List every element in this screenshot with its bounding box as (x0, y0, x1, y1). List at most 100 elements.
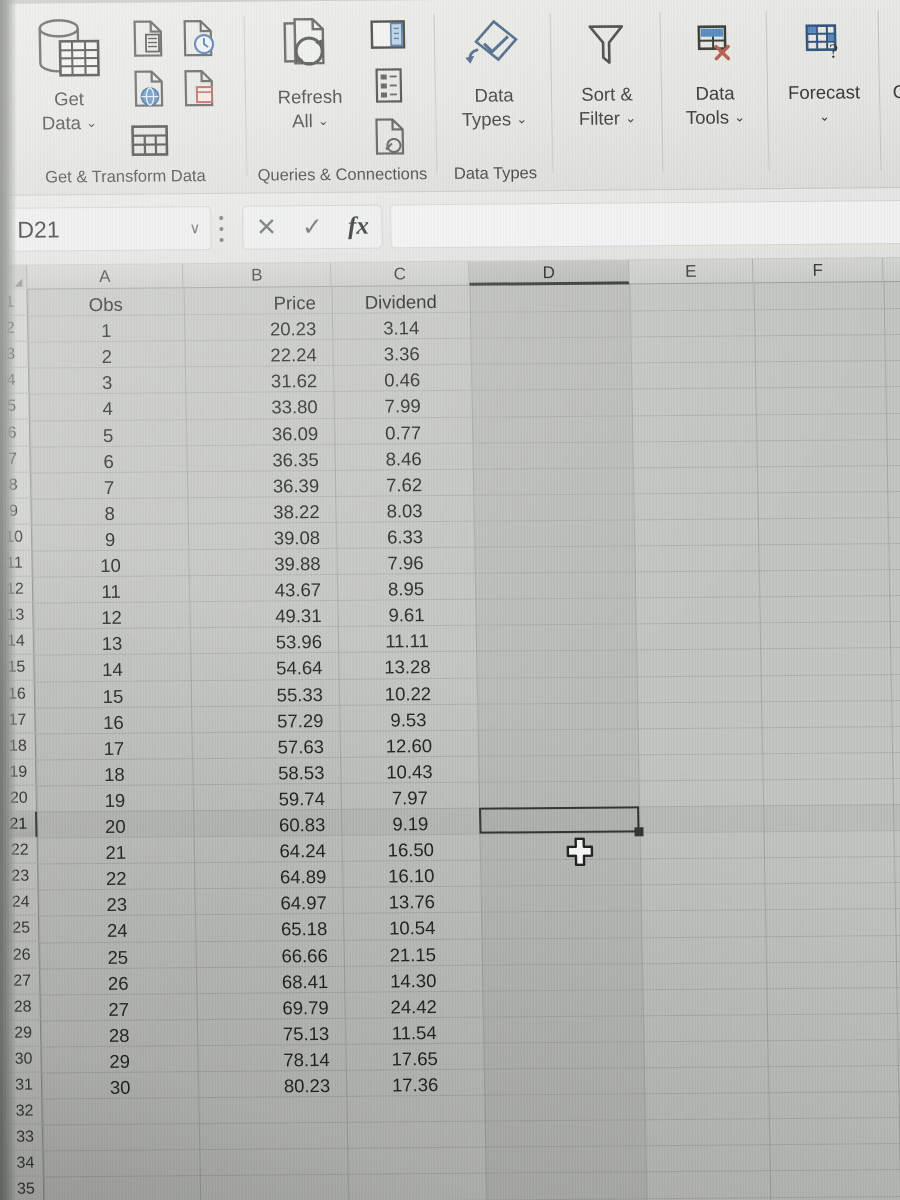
row-header-2[interactable]: 2 (0, 315, 29, 343)
cancel-icon[interactable]: ✕ (256, 212, 278, 242)
get-data-button[interactable]: Get Data ⌄ (8, 13, 128, 135)
row-header-26[interactable]: 26 (3, 942, 40, 969)
cell-C23[interactable]: 16.10 (342, 865, 480, 886)
cell-C15[interactable]: 13.28 (338, 657, 476, 678)
cell-C19[interactable]: 10.43 (340, 761, 478, 782)
row-header-19[interactable]: 19 (0, 759, 37, 786)
outline-button[interactable]: O (880, 80, 900, 104)
row-header-23[interactable]: 23 (2, 863, 39, 891)
cell-C7[interactable]: 8.46 (334, 448, 472, 469)
row-header-20[interactable]: 20 (0, 785, 38, 812)
cell-A9[interactable]: 8 (31, 503, 187, 524)
cell-C27[interactable]: 14.30 (344, 970, 482, 991)
row-header-3[interactable]: 3 (0, 341, 29, 369)
row-header-30[interactable]: 30 (5, 1046, 42, 1073)
row-header-25[interactable]: 25 (2, 915, 40, 943)
cell-B19[interactable]: 58.53 (192, 762, 340, 784)
cell-C3[interactable]: 3.36 (333, 343, 471, 364)
cell-B26[interactable]: 66.66 (196, 945, 344, 966)
row-header-9[interactable]: 9 (0, 498, 32, 525)
properties-icon[interactable] (371, 66, 406, 104)
row-header-31[interactable]: 31 (5, 1072, 43, 1099)
confirm-icon[interactable]: ✓ (302, 212, 324, 242)
cell-A21[interactable]: 20 (37, 816, 193, 837)
row-header-35[interactable]: 35 (7, 1176, 45, 1200)
cell-A14[interactable]: 13 (34, 633, 190, 655)
data-types-button[interactable]: Data Types ⌄ (434, 9, 552, 131)
cell-C2[interactable]: 3.14 (332, 317, 470, 338)
column-header-a[interactable]: A (27, 264, 184, 290)
row-header-1[interactable]: 1 (0, 289, 28, 317)
row-header-22[interactable]: 22 (1, 837, 39, 865)
row-header-6[interactable]: 6 (0, 420, 31, 447)
cell-C25[interactable]: 10.54 (343, 917, 481, 938)
insert-function-icon[interactable]: fx (348, 213, 369, 241)
cell-B4[interactable]: 31.62 (185, 370, 333, 392)
sort-filter-button[interactable]: Sort & Filter ⌄ (550, 8, 662, 130)
cell-A28[interactable]: 27 (41, 998, 197, 1020)
row-header-4[interactable]: 4 (0, 367, 30, 395)
more-options-kebab-icon[interactable] (218, 215, 224, 242)
row-header-10[interactable]: 10 (0, 524, 33, 551)
cell-C16[interactable]: 10.22 (339, 683, 477, 704)
cell-A26[interactable]: 25 (40, 946, 196, 968)
existing-connections-icon[interactable] (128, 120, 171, 160)
row-header-13[interactable]: 13 (0, 602, 34, 630)
row-header-11[interactable]: 11 (0, 550, 33, 577)
cell-C5[interactable]: 7.99 (334, 396, 472, 417)
row-header-33[interactable]: 33 (6, 1124, 44, 1152)
cell-A13[interactable]: 12 (33, 607, 189, 628)
cell-B11[interactable]: 39.88 (188, 553, 336, 575)
column-header-d[interactable]: D (469, 260, 630, 286)
cell-C18[interactable]: 12.60 (340, 735, 478, 756)
refresh-all-button[interactable]: Refresh All ⌄ (252, 11, 366, 133)
row-header-7[interactable]: 7 (0, 446, 31, 473)
cell-B9[interactable]: 38.22 (187, 501, 335, 523)
cell-A7[interactable]: 6 (30, 450, 186, 472)
cell-A25[interactable]: 24 (39, 920, 195, 942)
cell-B16[interactable]: 55.33 (191, 684, 339, 705)
cell-B2[interactable]: 20.23 (184, 318, 332, 340)
cell-B27[interactable]: 68.41 (196, 971, 344, 992)
cell-B29[interactable]: 75.13 (197, 1023, 345, 1045)
row-header-21[interactable]: 21 (1, 811, 38, 838)
row-header-16[interactable]: 16 (0, 681, 36, 708)
cell-A15[interactable]: 14 (34, 659, 190, 681)
fill-handle[interactable] (634, 827, 644, 837)
cell-B25[interactable]: 65.18 (195, 918, 343, 940)
cell-C24[interactable]: 13.76 (343, 891, 481, 912)
cell-C21[interactable]: 9.19 (341, 813, 479, 834)
cell-A5[interactable]: 4 (30, 398, 186, 420)
cell-B18[interactable]: 57.63 (192, 736, 340, 758)
row-header-32[interactable]: 32 (6, 1098, 43, 1125)
cell-C26[interactable]: 21.15 (344, 944, 482, 965)
cell-C31[interactable]: 17.36 (346, 1074, 484, 1095)
cell-C29[interactable]: 11.54 (345, 1022, 483, 1043)
name-box[interactable]: D21 ∨ (5, 206, 212, 252)
cell-A6[interactable]: 5 (30, 424, 186, 446)
row-header-12[interactable]: 12 (0, 576, 34, 604)
cell-C12[interactable]: 8.95 (337, 578, 475, 599)
row-header-17[interactable]: 17 (0, 707, 36, 734)
formula-input[interactable] (389, 199, 900, 249)
cell-B23[interactable]: 64.89 (194, 866, 342, 888)
cell-A10[interactable]: 9 (32, 529, 188, 550)
cell-B22[interactable]: 64.24 (194, 840, 342, 862)
cell-B8[interactable]: 36.39 (187, 475, 335, 497)
cell-A16[interactable]: 15 (35, 685, 191, 707)
cell-A19[interactable]: 18 (36, 764, 192, 785)
cell-A2[interactable]: 1 (28, 320, 184, 341)
cell-B20[interactable]: 59.74 (193, 788, 341, 810)
cell-C1-dividend-header[interactable]: Dividend (332, 291, 470, 313)
row-header-5[interactable]: 5 (0, 394, 30, 421)
cell-B15[interactable]: 54.64 (190, 657, 338, 679)
cell-A17[interactable]: 16 (35, 711, 191, 733)
cell-A18[interactable]: 17 (36, 737, 192, 759)
from-text-csv-icon[interactable] (131, 18, 168, 58)
cell-C14[interactable]: 11.11 (338, 630, 476, 651)
cell-C28[interactable]: 24.42 (345, 996, 483, 1017)
cell-B14[interactable]: 53.96 (190, 631, 338, 653)
row-header-27[interactable]: 27 (3, 968, 41, 995)
cell-A1-obs-header[interactable]: Obs (28, 294, 184, 315)
cell-B10[interactable]: 39.08 (188, 527, 336, 549)
